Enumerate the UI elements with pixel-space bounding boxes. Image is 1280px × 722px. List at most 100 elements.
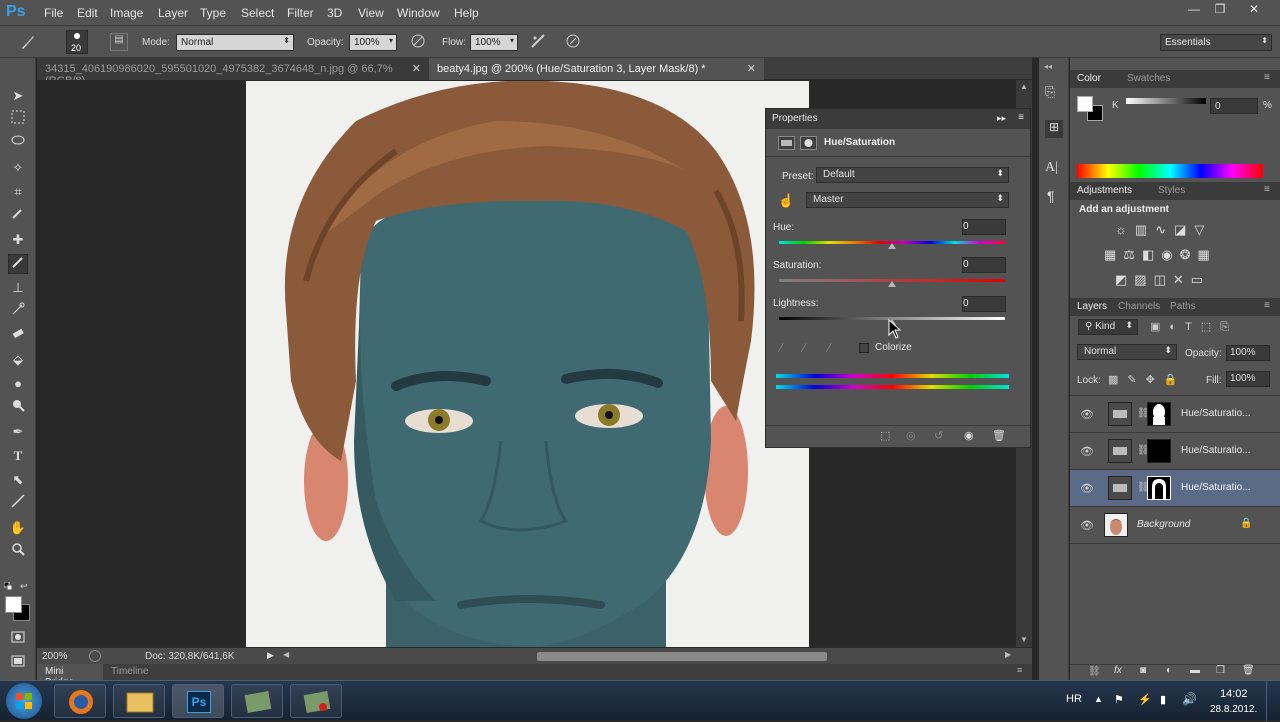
eye-icon[interactable]: 👁 [1080, 519, 1094, 532]
tab-channels[interactable]: Channels [1118, 301, 1160, 312]
new-layer-icon[interactable]: ❐ [1216, 665, 1225, 676]
document-canvas[interactable] [246, 81, 809, 647]
zoom-tool-icon[interactable] [8, 542, 28, 562]
layer-name[interactable]: Hue/Saturatio... [1181, 445, 1250, 456]
menu-type[interactable]: Type [200, 6, 226, 20]
flow-field[interactable]: 100% ▾ [470, 34, 518, 51]
hand-tool-icon[interactable]: ✋ [8, 518, 28, 538]
show-hidden-icons-icon[interactable]: ▲ [1094, 694, 1103, 704]
layer-row-hue-saturation-3[interactable]: 👁 ⛓ Hue/Saturatio... [1070, 470, 1280, 507]
tab-color[interactable]: Color [1077, 73, 1101, 84]
swap-colors-icon[interactable]: ↩ [20, 581, 28, 592]
type-tool-icon[interactable]: T [8, 446, 28, 466]
layer-name[interactable]: Hue/Saturatio... [1181, 482, 1250, 493]
layer-filter-icons[interactable]: ▣◐T⬚⎘ [1150, 320, 1238, 334]
panel-menu-icon[interactable]: ≡ [1018, 112, 1024, 123]
pen-tool-icon[interactable]: ✒ [8, 422, 28, 442]
firefox-taskbar-button[interactable] [54, 684, 106, 718]
app-taskbar-button-2[interactable] [290, 684, 342, 718]
menu-view[interactable]: View [358, 6, 384, 20]
k-value[interactable]: 0 [1210, 98, 1258, 114]
saturation-slider-thumb[interactable] [888, 281, 896, 287]
volume-icon[interactable]: 🔊 [1182, 692, 1197, 706]
panel-menu-icon[interactable]: ≡ [1264, 72, 1270, 83]
tab-swatches[interactable]: Swatches [1127, 73, 1170, 84]
horizontal-scroll-thumb[interactable] [537, 652, 827, 661]
tab-layers[interactable]: Layers [1077, 301, 1107, 312]
status-info-icon[interactable] [89, 650, 101, 662]
app-taskbar-button-1[interactable] [231, 684, 283, 718]
layer-row-hue-saturation-2[interactable]: 👁 ⛓ Hue/Saturatio... [1070, 433, 1280, 470]
line-tool-icon[interactable] [8, 494, 28, 514]
menu-file[interactable]: File [44, 6, 63, 20]
character-panel-icon[interactable]: A| [1045, 160, 1063, 178]
link-layers-icon[interactable]: ⛓ [1088, 666, 1101, 677]
fill-field[interactable]: 100% [1226, 371, 1270, 387]
saturation-value[interactable]: 0 [962, 257, 1006, 273]
layer-row-hue-saturation-1[interactable]: 👁 ⛓ Hue/Saturatio... [1070, 396, 1280, 433]
k-slider-track[interactable] [1126, 98, 1206, 104]
layer-mask-icon[interactable] [800, 136, 817, 150]
status-menu-arrow-icon[interactable]: ▶ [267, 650, 274, 661]
preset-dropdown[interactable]: Default ⬍ [816, 167, 1009, 183]
collapse-panel-icon[interactable]: ▸▸ [997, 113, 1006, 124]
tab-styles[interactable]: Styles [1158, 185, 1185, 196]
adjustment-icons-row-3[interactable]: ◩▨◫✕▭ [1115, 272, 1210, 288]
add-mask-icon[interactable]: ◙ [1140, 665, 1146, 676]
start-button[interactable] [6, 683, 42, 719]
quick-selection-tool-icon[interactable]: ✧ [8, 158, 28, 178]
workspace-switcher[interactable]: Essentials ⬍ [1160, 34, 1272, 51]
new-group-icon[interactable]: ▬ [1190, 665, 1200, 676]
foreground-color-swatch[interactable] [5, 596, 22, 613]
menu-help[interactable]: Help [454, 6, 479, 20]
color-spectrum[interactable] [1077, 164, 1263, 178]
language-indicator[interactable]: HR [1066, 693, 1082, 705]
paint-bucket-tool-icon[interactable]: ⬙ [8, 350, 28, 370]
menu-layer[interactable]: Layer [158, 6, 188, 20]
action-center-icon[interactable]: ⚑ [1114, 693, 1124, 706]
menu-image[interactable]: Image [110, 6, 143, 20]
opacity-field[interactable]: 100% ▾ [349, 34, 397, 51]
tab-mini-bridge[interactable]: Mini Bridge [37, 664, 103, 688]
menu-edit[interactable]: Edit [77, 6, 98, 20]
history-brush-tool-icon[interactable] [8, 302, 28, 322]
adjustment-type-icon[interactable] [778, 136, 795, 150]
hue-value[interactable]: 0 [962, 219, 1006, 235]
mode-dropdown[interactable]: Normal ⬍ [176, 34, 294, 51]
pressure-size-icon[interactable] [563, 33, 583, 52]
layer-mask-thumbnail[interactable] [1147, 439, 1171, 463]
show-desktop-button[interactable] [1266, 681, 1280, 721]
minimize-button[interactable]: — [1181, 2, 1207, 20]
default-colors-icon[interactable] [3, 581, 13, 591]
brush-panel-toggle-icon[interactable]: ▤ [110, 33, 128, 51]
dodge-tool-icon[interactable] [8, 398, 28, 418]
properties-panel-icon[interactable]: ⊞ [1045, 120, 1063, 138]
menu-filter[interactable]: Filter [287, 6, 314, 20]
close-window-button[interactable]: ✕ [1241, 2, 1267, 20]
history-panel-icon[interactable]: ⎘ [1045, 84, 1063, 102]
zoom-level[interactable]: 200% [42, 651, 68, 662]
layer-name[interactable]: Hue/Saturatio... [1181, 408, 1250, 419]
eye-icon[interactable]: 👁 [1080, 445, 1094, 458]
eye-icon[interactable]: 👁 [1080, 482, 1094, 495]
panel-menu-icon[interactable]: ≡ [1264, 300, 1270, 311]
pressure-opacity-icon[interactable] [408, 33, 428, 52]
lasso-tool-icon[interactable] [8, 134, 28, 154]
panel-menu-icon[interactable]: ≡ [1017, 665, 1022, 675]
layer-filter-dropdown[interactable]: ⚲ Kind ⬍ [1078, 319, 1138, 335]
view-previous-icon[interactable]: ◎ [906, 429, 916, 442]
close-icon[interactable]: ✕ [412, 62, 421, 75]
visibility-icon[interactable]: ◉ [964, 429, 974, 442]
tab-timeline[interactable]: Timeline [111, 666, 148, 677]
clone-stamp-tool-icon[interactable]: ⊥ [8, 278, 28, 298]
tab-adjustments[interactable]: Adjustments [1077, 185, 1132, 196]
lock-icons[interactable]: ▩✎✥🔒 [1108, 373, 1187, 386]
tab-document-2[interactable]: beaty4.jpg @ 200% (Hue/Saturation 3, Lay… [429, 58, 764, 80]
menu-window[interactable]: Window [397, 6, 440, 20]
layer-mask-thumbnail[interactable] [1147, 476, 1171, 500]
eyedropper-plus-icon[interactable]: ⁄ [803, 341, 805, 355]
scroll-down-icon[interactable]: ▼ [1020, 635, 1028, 644]
layer-name[interactable]: Background [1137, 519, 1190, 530]
scroll-up-icon[interactable]: ▲ [1020, 82, 1028, 91]
clock-time[interactable]: 14:02 [1220, 688, 1248, 700]
